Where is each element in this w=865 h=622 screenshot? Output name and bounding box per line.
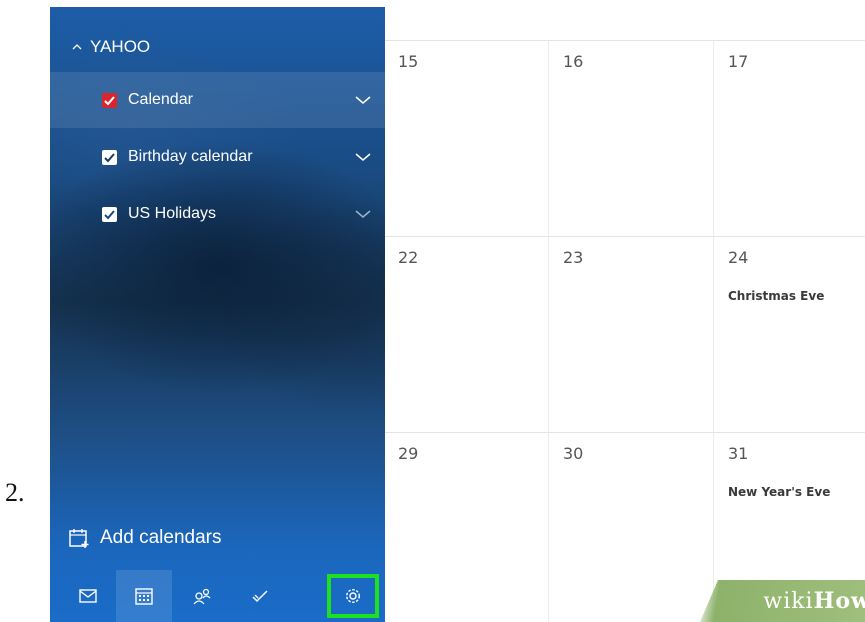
day-cell-22[interactable]: 22	[398, 248, 418, 267]
calendar-item-label: Birthday calendar	[128, 148, 253, 165]
day-divider	[548, 40, 549, 622]
mail-button[interactable]	[60, 570, 116, 622]
sidebar: YAHOO Calendar Birthday calendar US Holi…	[50, 7, 385, 622]
add-calendars-button[interactable]: Add calendars	[68, 527, 221, 549]
add-calendars-label: Add calendars	[100, 527, 222, 548]
wikihow-watermark: wikiHow	[700, 580, 865, 622]
day-cell-23[interactable]: 23	[563, 248, 583, 267]
account-header-yahoo[interactable]: YAHOO	[72, 37, 150, 57]
calendar-item-calendar[interactable]: Calendar	[50, 72, 385, 128]
calendar-item-label: Calendar	[128, 91, 193, 108]
event-christmas-eve[interactable]: Christmas Eve	[728, 289, 824, 303]
todo-button[interactable]	[232, 570, 288, 622]
people-button[interactable]	[174, 570, 230, 622]
day-cell-16[interactable]: 16	[563, 52, 583, 71]
event-new-years-eve[interactable]: New Year's Eve	[728, 485, 830, 499]
calendar-button[interactable]	[116, 570, 172, 622]
calendar-item-label: US Holidays	[128, 205, 217, 222]
calendar-month-grid: 15 16 17 22 23 24 Christmas Eve 29 30 31…	[385, 0, 865, 622]
add-calendar-icon	[69, 529, 89, 548]
day-cell-31[interactable]: 31	[728, 444, 748, 463]
chevron-down-icon[interactable]	[354, 151, 372, 163]
chevron-up-icon	[72, 44, 82, 50]
watermark-wiki: wiki	[763, 589, 814, 614]
account-name: YAHOO	[90, 37, 151, 56]
checkbox-calendar[interactable]	[102, 92, 117, 108]
day-cell-29[interactable]: 29	[398, 444, 418, 463]
gear-icon	[345, 588, 361, 604]
chevron-down-icon[interactable]	[354, 94, 372, 106]
check-icon	[104, 209, 115, 219]
chevron-down-icon[interactable]	[354, 208, 372, 220]
day-cell-17[interactable]: 17	[728, 52, 748, 71]
check-icon	[104, 152, 115, 162]
calendar-icon	[135, 588, 153, 605]
step-number: 2.	[5, 478, 25, 507]
check-icon	[104, 95, 115, 105]
week-divider	[385, 236, 865, 237]
bottom-nav-bar	[50, 570, 385, 622]
calendar-item-us-holidays[interactable]: US Holidays	[50, 186, 385, 242]
week-divider	[385, 432, 865, 433]
people-icon	[193, 588, 211, 605]
day-cell-24[interactable]: 24	[728, 248, 748, 267]
mail-icon	[79, 589, 97, 603]
checkbox-us-holidays[interactable]	[102, 206, 117, 222]
week-divider	[385, 40, 865, 41]
settings-button[interactable]	[327, 574, 379, 618]
day-cell-30[interactable]: 30	[563, 444, 583, 463]
day-divider	[713, 40, 714, 622]
todo-icon	[252, 590, 268, 603]
calendar-item-birthday[interactable]: Birthday calendar	[50, 129, 385, 185]
day-cell-15[interactable]: 15	[398, 52, 418, 71]
watermark-how: How	[813, 588, 865, 614]
checkbox-birthday-calendar[interactable]	[102, 149, 117, 165]
